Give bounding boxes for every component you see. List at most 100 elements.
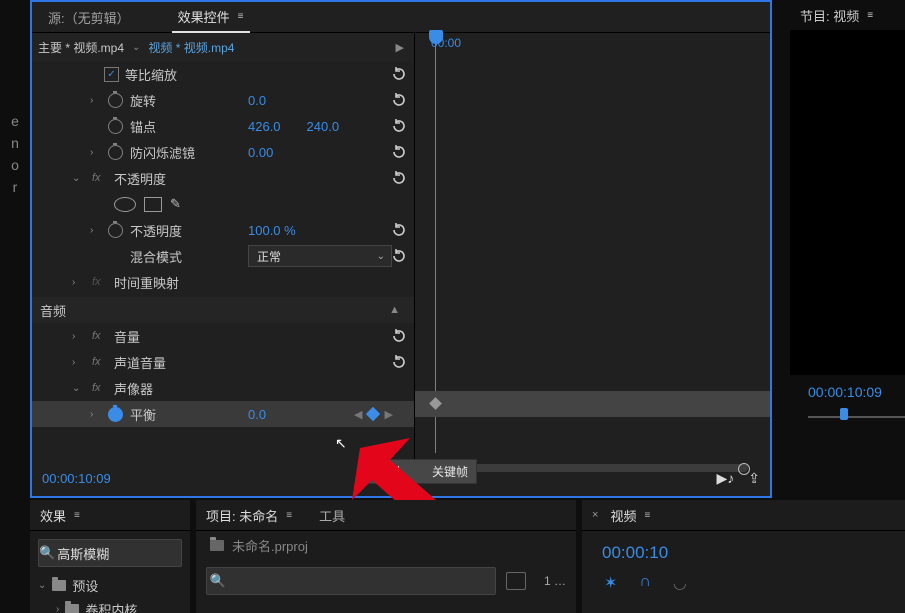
tab-source[interactable]: 源:（无剪辑）	[42, 2, 136, 32]
prop-balance-row: 平衡 0.0 ◀ ▶	[32, 401, 414, 427]
chevron-down-icon: ⌄	[377, 251, 385, 262]
add-keyframe-button[interactable]	[366, 407, 380, 421]
audio-section-header[interactable]: 音频 ▲	[32, 297, 414, 323]
reset-opacity-button[interactable]	[388, 220, 410, 240]
anchor-x-value[interactable]: 426.0240.0	[248, 119, 339, 134]
prev-keyframe-button[interactable]: ◀	[354, 408, 362, 421]
stopwatch-anchor-icon[interactable]	[108, 119, 123, 134]
primary-clip-name[interactable]: 主要 * 视频.mp4	[38, 39, 124, 56]
reset-volume-button[interactable]	[388, 326, 410, 346]
export-frame-icon[interactable]: ⇪	[748, 470, 760, 487]
convolution-folder[interactable]: › 卷积内核	[38, 597, 190, 613]
fx-time-remap-icon[interactable]: fx	[92, 276, 101, 288]
effects-search-box[interactable]: 🔍 ×	[38, 539, 182, 567]
mask-pen-icon[interactable]: ✎	[170, 196, 181, 212]
time-remap-label: 时间重映射	[114, 273, 179, 292]
play-only-icon[interactable]: ▶♪	[716, 470, 734, 487]
new-bin-icon[interactable]	[506, 572, 526, 590]
balance-track	[415, 391, 770, 417]
reset-antiflicker-button[interactable]	[388, 142, 410, 162]
project-panel-title[interactable]: 项目: 未命名	[206, 506, 278, 525]
mark-in-icon[interactable]: ✶	[604, 573, 617, 593]
program-time-ruler[interactable]	[808, 410, 905, 430]
close-tab-icon[interactable]: ×	[592, 509, 598, 521]
playhead-line[interactable]	[435, 30, 436, 453]
source-monitor-panel: × 视频 ≡ 00:00:10 ✶ ∩ ◡	[582, 500, 905, 613]
playhead-head-icon[interactable]	[429, 30, 443, 44]
program-playhead-icon[interactable]	[840, 408, 848, 420]
project-filename: 未命名.prproj	[232, 536, 308, 555]
mask-rect-icon[interactable]	[144, 197, 162, 212]
twirl-opacity-icon[interactable]	[90, 225, 93, 236]
program-viewer[interactable]	[790, 30, 905, 375]
twirl-rotation-icon[interactable]	[90, 95, 93, 106]
mask-ellipse-icon[interactable]	[114, 197, 136, 212]
reset-rotation-button[interactable]	[388, 90, 410, 110]
twirl-balance-icon[interactable]	[90, 409, 93, 420]
tab-effect-controls[interactable]: 效果控件 ≡	[172, 1, 251, 33]
reset-anchor-button[interactable]	[388, 116, 410, 136]
reset-channel-volume-button[interactable]	[388, 352, 410, 372]
monitor-timecode[interactable]: 00:00:10	[582, 531, 905, 563]
reset-blend-button[interactable]	[388, 246, 410, 266]
current-timecode[interactable]: 00:00:10:09	[42, 471, 111, 486]
stopwatch-rotation-icon[interactable]	[108, 93, 123, 108]
prop-rotation-row: 旋转 0.0	[32, 87, 414, 113]
monitor-title[interactable]: 视频	[610, 506, 636, 525]
opacity-value[interactable]: 100.0 %	[248, 223, 296, 238]
uniform-scale-label: 等比缩放	[125, 65, 177, 84]
twirl-volume-icon[interactable]	[72, 331, 75, 342]
balance-label: 平衡	[130, 405, 156, 424]
program-panel-header: 节目: 视频 ≡	[790, 0, 905, 31]
go-to-clip-icon[interactable]: ▶	[396, 41, 404, 54]
stopwatch-antiflicker-icon[interactable]	[108, 145, 123, 160]
project-menu-icon[interactable]: ≡	[286, 510, 293, 521]
next-keyframe-button[interactable]: ▶	[384, 408, 392, 421]
prop-opacity-row: 不透明度 100.0 %	[32, 217, 414, 243]
effects-menu-icon[interactable]: ≡	[74, 510, 81, 521]
panel-menu-icon[interactable]: ≡	[238, 11, 245, 22]
twirl-opacity-group-icon[interactable]	[72, 173, 80, 184]
search-icon: 🔍	[39, 545, 55, 561]
fx-opacity-icon[interactable]: fx	[92, 172, 101, 184]
effect-timeline[interactable]: 00:00	[415, 33, 770, 461]
fx-channel-volume-icon[interactable]: fx	[92, 356, 101, 368]
preset-folder[interactable]: ⌄ 预设	[38, 573, 190, 597]
loop-icon[interactable]: ∩	[639, 573, 651, 593]
project-filename-row[interactable]: 未命名.prproj	[196, 531, 576, 559]
reset-opacity-group-button[interactable]	[388, 168, 410, 188]
prop-time-remap-row: fx 时间重映射	[32, 269, 414, 295]
effects-panel-title[interactable]: 效果	[40, 506, 66, 525]
audio-section-label: 音频	[40, 301, 66, 320]
panner-label: 声像器	[114, 379, 153, 398]
program-ruler-bar	[808, 416, 905, 418]
reset-uniform-scale-button[interactable]	[388, 64, 410, 84]
opacity-masks-row: ✎	[32, 191, 414, 217]
blend-mode-select[interactable]: 正常 ⌄	[248, 245, 392, 267]
antiflicker-value[interactable]: 0.00	[248, 145, 273, 160]
stopwatch-opacity-icon[interactable]	[108, 223, 123, 238]
uniform-scale-checkbox[interactable]: ✓	[104, 67, 119, 82]
project-search-box[interactable]: 🔍	[206, 567, 496, 595]
twirl-panner-icon[interactable]	[72, 383, 80, 394]
program-menu-icon[interactable]: ≡	[867, 10, 874, 21]
balance-value[interactable]: 0.0	[248, 407, 266, 422]
prop-panner-row: fx 声像器	[32, 375, 414, 401]
collapse-audio-icon[interactable]: ▲	[389, 304, 400, 316]
program-timecode[interactable]: 00:00:10:09	[808, 384, 882, 400]
tools-tab[interactable]: 工具	[319, 506, 345, 525]
fx-panner-icon[interactable]: fx	[92, 382, 101, 394]
project-search-input[interactable]	[229, 573, 495, 590]
rotation-value[interactable]: 0.0	[248, 93, 266, 108]
stopwatch-balance-icon[interactable]	[108, 407, 123, 422]
tab-source-label: 源:（无剪辑）	[48, 8, 130, 27]
fx-volume-icon[interactable]: fx	[92, 330, 101, 342]
twirl-channel-volume-icon[interactable]	[72, 357, 75, 368]
prop-blend-row: 混合模式 正常 ⌄	[32, 243, 414, 269]
monitor-menu-icon[interactable]: ≡	[644, 510, 651, 521]
sequence-clip-name[interactable]: 视频 * 视频.mp4	[148, 39, 234, 56]
twirl-antiflicker-icon[interactable]	[90, 147, 93, 158]
tab-ec-label: 效果控件	[178, 7, 230, 26]
convolution-label: 卷积内核	[85, 600, 137, 613]
twirl-time-remap-icon[interactable]	[72, 277, 75, 288]
